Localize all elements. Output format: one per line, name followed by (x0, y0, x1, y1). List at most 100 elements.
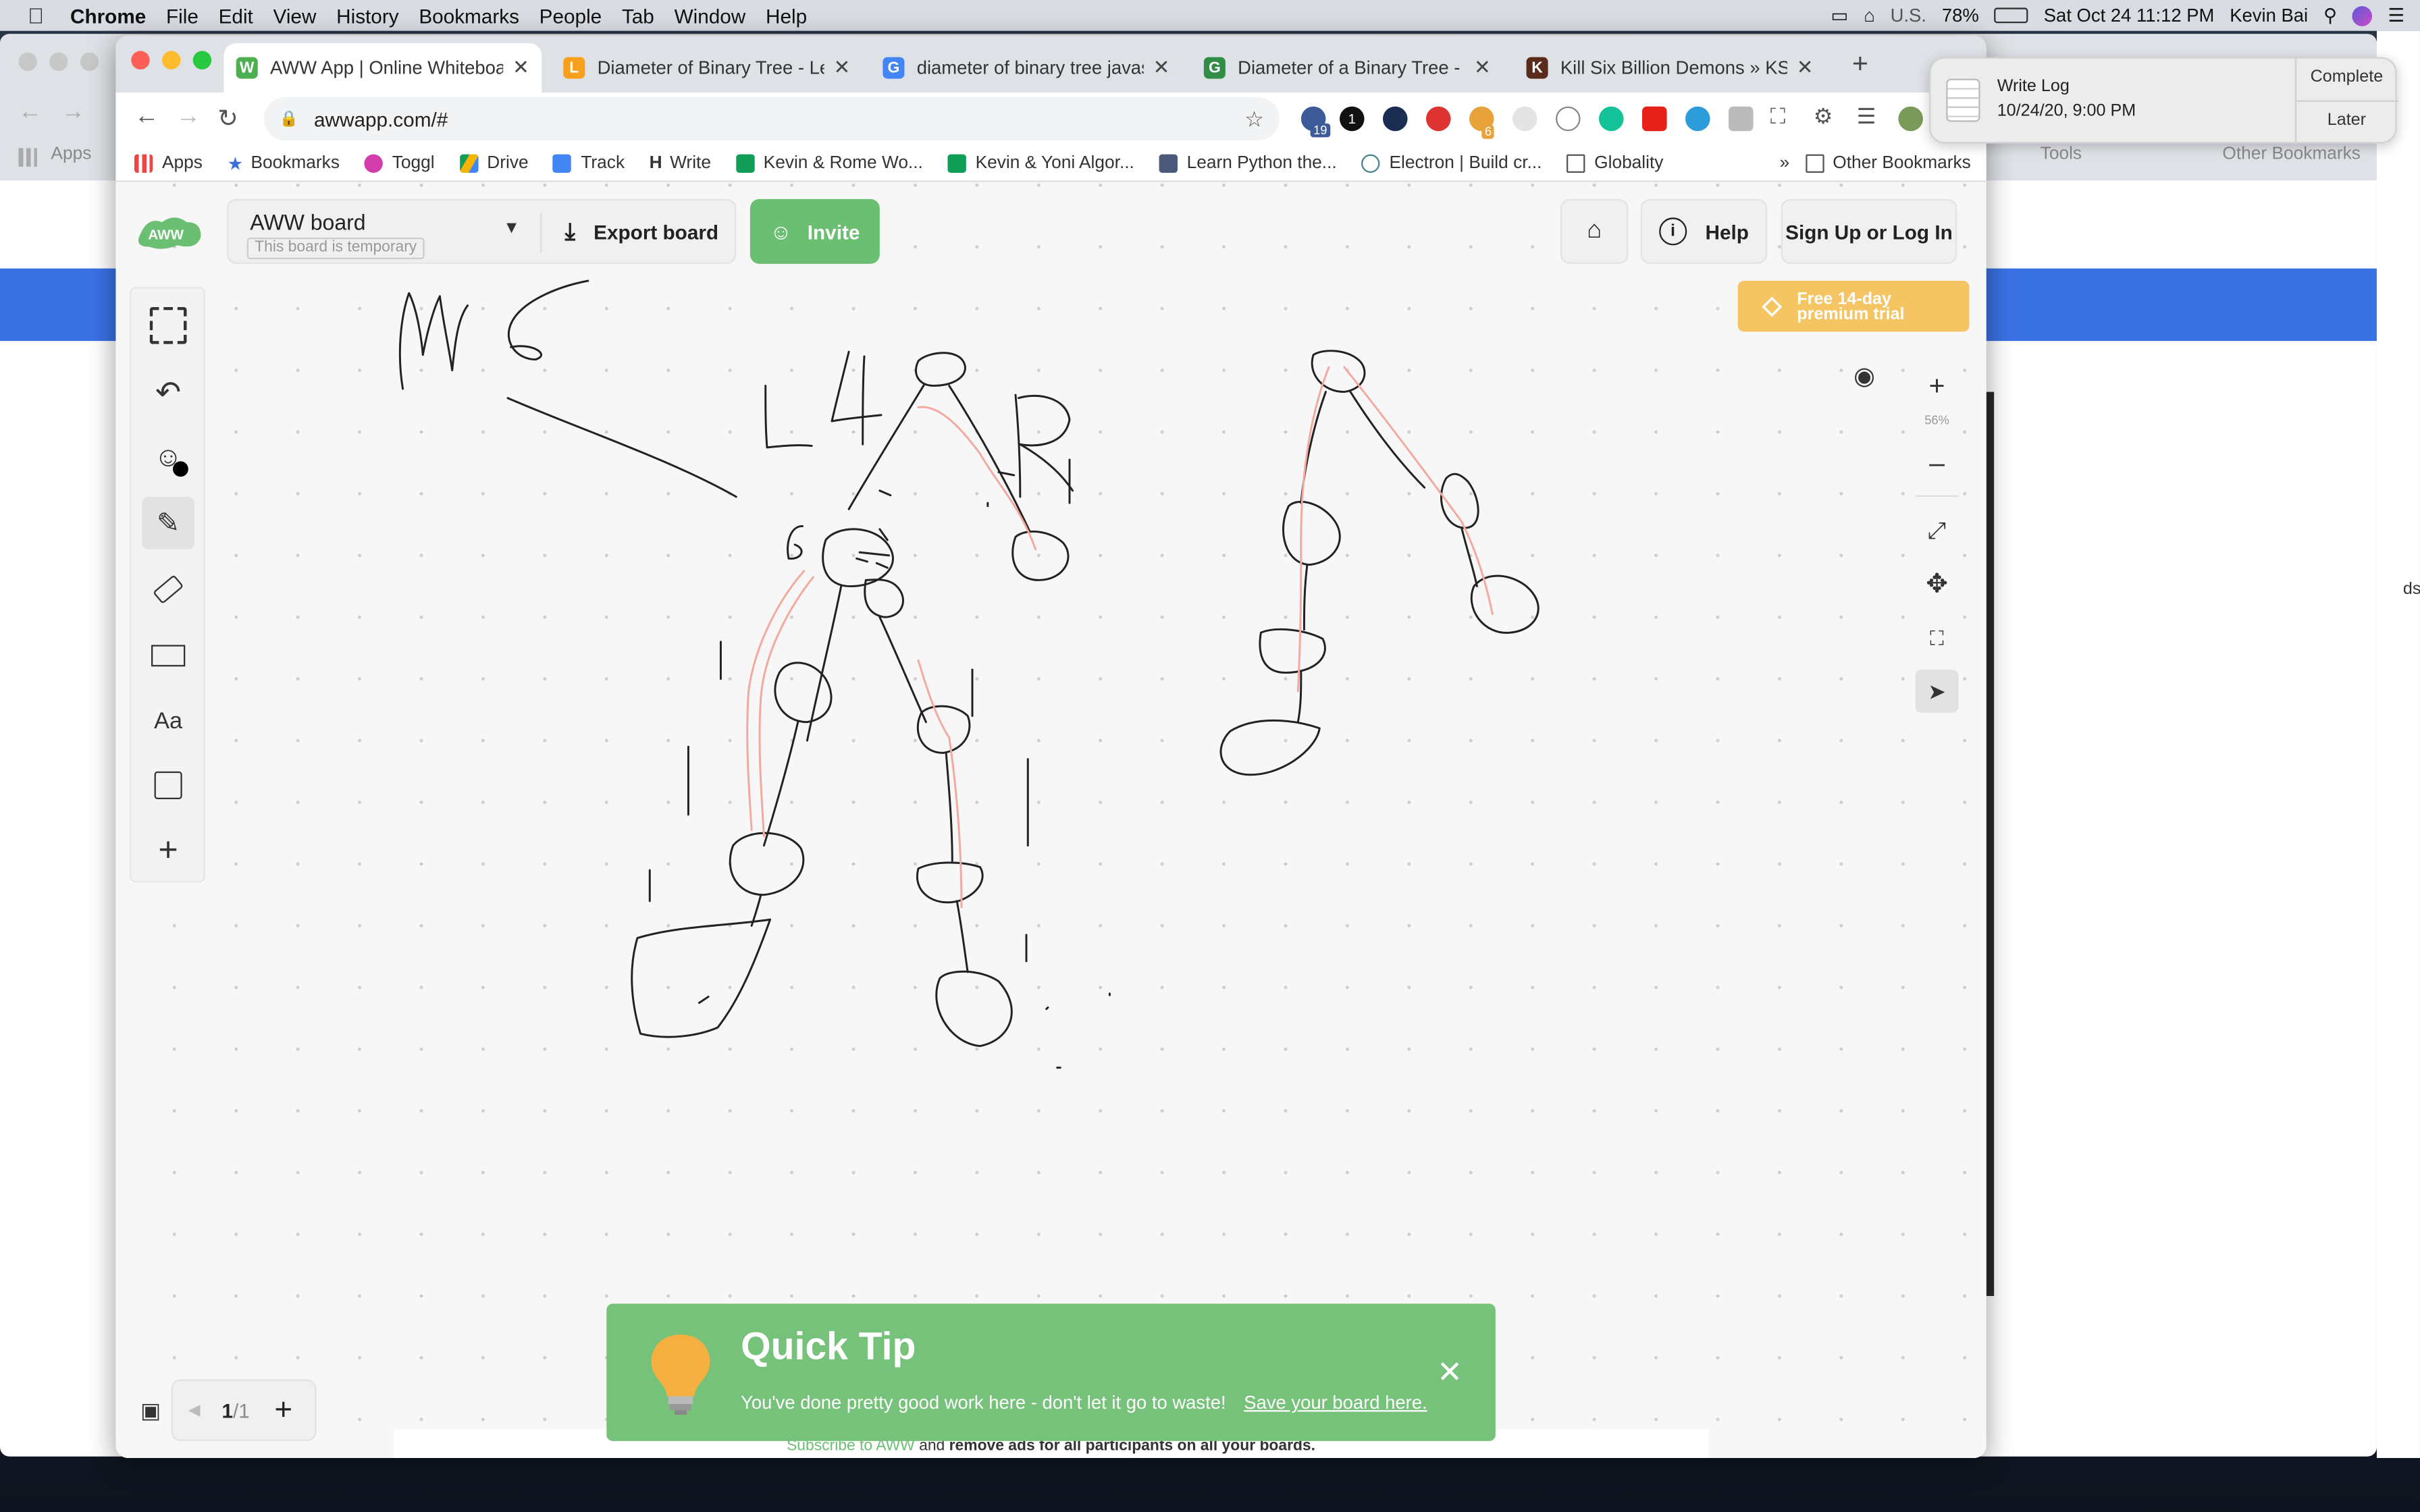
new-tab-button[interactable]: + (1852, 48, 1868, 80)
menu-view[interactable]: View (273, 4, 317, 27)
wifi-icon[interactable]: ⌂ (1864, 5, 1875, 26)
extension-icon-11[interactable] (1728, 106, 1754, 132)
h-icon: H (649, 153, 662, 172)
tree-node-lrl (729, 832, 805, 896)
reload-icon[interactable]: ↻ (217, 103, 238, 134)
bookmark-drive[interactable]: Drive (459, 153, 529, 172)
highlight-tree2 (1296, 366, 1494, 693)
extension-icon-7[interactable] (1555, 106, 1581, 132)
tree2-edge-right (1349, 391, 1426, 489)
siri-icon[interactable] (2352, 5, 2373, 26)
tab-strip: W AWW App | Online Whiteboard ✕ L Diamet… (115, 35, 1987, 93)
complete-button[interactable]: Complete (2295, 68, 2398, 86)
menu-history[interactable]: History (336, 4, 398, 27)
menu-window[interactable]: Window (675, 4, 746, 27)
input-source[interactable]: U.S. (1891, 5, 1926, 26)
bookmark-track[interactable]: Track (553, 153, 625, 172)
menu-edit[interactable]: Edit (219, 4, 253, 27)
page-navigator: ◀ 1 /1 + (171, 1379, 317, 1441)
menu-tab[interactable]: Tab (622, 4, 654, 27)
zoom-window-button[interactable] (192, 51, 212, 70)
extension-icon-4[interactable] (1425, 106, 1451, 132)
extension-icon-6[interactable] (1512, 106, 1537, 132)
screenshot-icon[interactable]: ⛶ (1770, 103, 1785, 130)
tab-google-search[interactable]: G diameter of binary tree javascri ✕ (870, 43, 1182, 92)
other-bookmarks[interactable]: Other Bookmarks (1805, 153, 1971, 172)
background-tools-folder: Tools (2040, 144, 2082, 164)
reading-list-icon[interactable]: ☰ (1857, 103, 1876, 130)
spotlight-search-icon[interactable]: ⚲ (2323, 5, 2337, 26)
bookmark-star-icon[interactable]: ☆ (1244, 106, 1264, 132)
tree-node-lrl-big (631, 918, 772, 1038)
tab-geeksforgeeks[interactable]: G Diameter of a Binary Tree - Gee ✕ (1192, 43, 1504, 92)
extensions-puzzle-icon[interactable]: ⚙ (1814, 103, 1833, 130)
highlight-path-left-2 (758, 576, 815, 838)
bookmark-bookmarks[interactable]: ★ Bookmarks (227, 152, 339, 173)
tree-node-right (1011, 530, 1070, 581)
close-tab-icon[interactable]: ✕ (1153, 55, 1170, 80)
reminder-notification[interactable]: Write Log 10/24/20, 9:00 PM Complete Lat… (1929, 57, 2398, 145)
tree-edge-root-left (847, 383, 926, 510)
menubar-clock[interactable]: Sat Oct 24 11:12 PM (2044, 5, 2215, 26)
bookmark-globality[interactable]: Globality (1567, 153, 1663, 172)
battery-percent[interactable]: 78% (1942, 5, 1979, 26)
save-board-link[interactable]: Save your board here. (1244, 1392, 1427, 1413)
forward-icon[interactable]: → (176, 103, 201, 131)
address-bar[interactable]: 🔒 awwapp.com/# ☆ (263, 97, 1280, 140)
tree2-node-left (1282, 500, 1341, 566)
tab-title: AWW App | Online Whiteboard (269, 57, 504, 79)
apple-icon[interactable]:  (28, 3, 44, 28)
prev-page-icon[interactable]: ◀ (188, 1402, 201, 1419)
close-window-button[interactable] (131, 51, 150, 70)
bookmark-learn-python[interactable]: Learn Python the... (1159, 153, 1337, 172)
bookmark-apps[interactable]: Apps (134, 153, 203, 172)
whiteboard-drawing[interactable] (115, 182, 1986, 1458)
menu-file[interactable]: File (166, 4, 199, 27)
close-tab-icon[interactable]: ✕ (1797, 55, 1814, 80)
profile-avatar[interactable] (1898, 106, 1923, 132)
menubar-user[interactable]: Kevin Bai (2230, 5, 2308, 26)
bookmark-kevin-rome[interactable]: Kevin & Rome Wo... (735, 153, 923, 172)
close-tab-icon[interactable]: ✕ (833, 55, 850, 80)
notification-time: 10/24/20, 9:00 PM (1997, 101, 2136, 121)
lock-board-icon[interactable]: ▣ (140, 1398, 161, 1424)
browser-toolbar: ← → ↻ 🔒 awwapp.com/# ☆ 19 1 6 ⛶ ⚙ ☰ (115, 92, 1987, 145)
youtube-extension-icon[interactable] (1641, 106, 1667, 132)
quick-tip-text: You've done pretty good work here - don'… (741, 1391, 1226, 1413)
close-tab-icon[interactable]: ✕ (512, 55, 529, 80)
bookmark-write[interactable]: H Write (650, 153, 711, 171)
airplay-icon[interactable]: ▭ (1831, 5, 1848, 26)
battery-icon[interactable] (1994, 7, 2028, 24)
1password-icon[interactable]: 1 (1339, 106, 1365, 132)
later-button[interactable]: Later (2295, 111, 2398, 130)
add-page-icon[interactable]: + (274, 1393, 292, 1428)
bookmark-toggl[interactable]: Toggl (364, 153, 435, 172)
aww-favicon-icon: W (236, 57, 258, 79)
background-apps-icon (18, 148, 37, 167)
extension-icon-10[interactable] (1685, 106, 1710, 132)
right-edge-window: ds (2376, 30, 2420, 1458)
extension-badge-1: 19 (1310, 123, 1331, 138)
bookmark-electron[interactable]: Electron | Build cr... (1361, 153, 1542, 172)
back-icon[interactable]: ← (134, 103, 159, 131)
grammarly-icon[interactable] (1598, 106, 1624, 132)
close-icon[interactable]: ✕ (1437, 1353, 1463, 1392)
menu-app-name[interactable]: Chrome (70, 4, 146, 27)
close-tab-icon[interactable]: ✕ (1474, 55, 1491, 80)
tab-ksbd[interactable]: K Kill Six Billion Demons » KSBD ✕ (1514, 43, 1826, 92)
extension-icon-3[interactable] (1382, 106, 1408, 132)
apps-grid-icon (134, 153, 153, 172)
tab-aww-app[interactable]: W AWW App | Online Whiteboard ✕ (223, 43, 542, 93)
bookmark-kevin-yoni[interactable]: Kevin & Yoni Algor... (947, 153, 1134, 172)
menu-help[interactable]: Help (766, 4, 807, 27)
menu-bookmarks[interactable]: Bookmarks (419, 4, 519, 27)
notification-center-icon[interactable]: ☰ (2388, 5, 2405, 26)
tree-edge-left-lower (806, 585, 843, 742)
tab-leetcode[interactable]: L Diameter of Binary Tree - LeetC ✕ (551, 43, 863, 92)
tree-node-lll (916, 861, 984, 904)
folder-icon (1567, 153, 1585, 172)
minimize-window-button[interactable] (161, 51, 181, 70)
bookmarks-overflow[interactable]: » (1780, 153, 1790, 171)
menu-people[interactable]: People (540, 4, 602, 27)
tab-title: Diameter of a Binary Tree - Gee (1238, 57, 1465, 79)
